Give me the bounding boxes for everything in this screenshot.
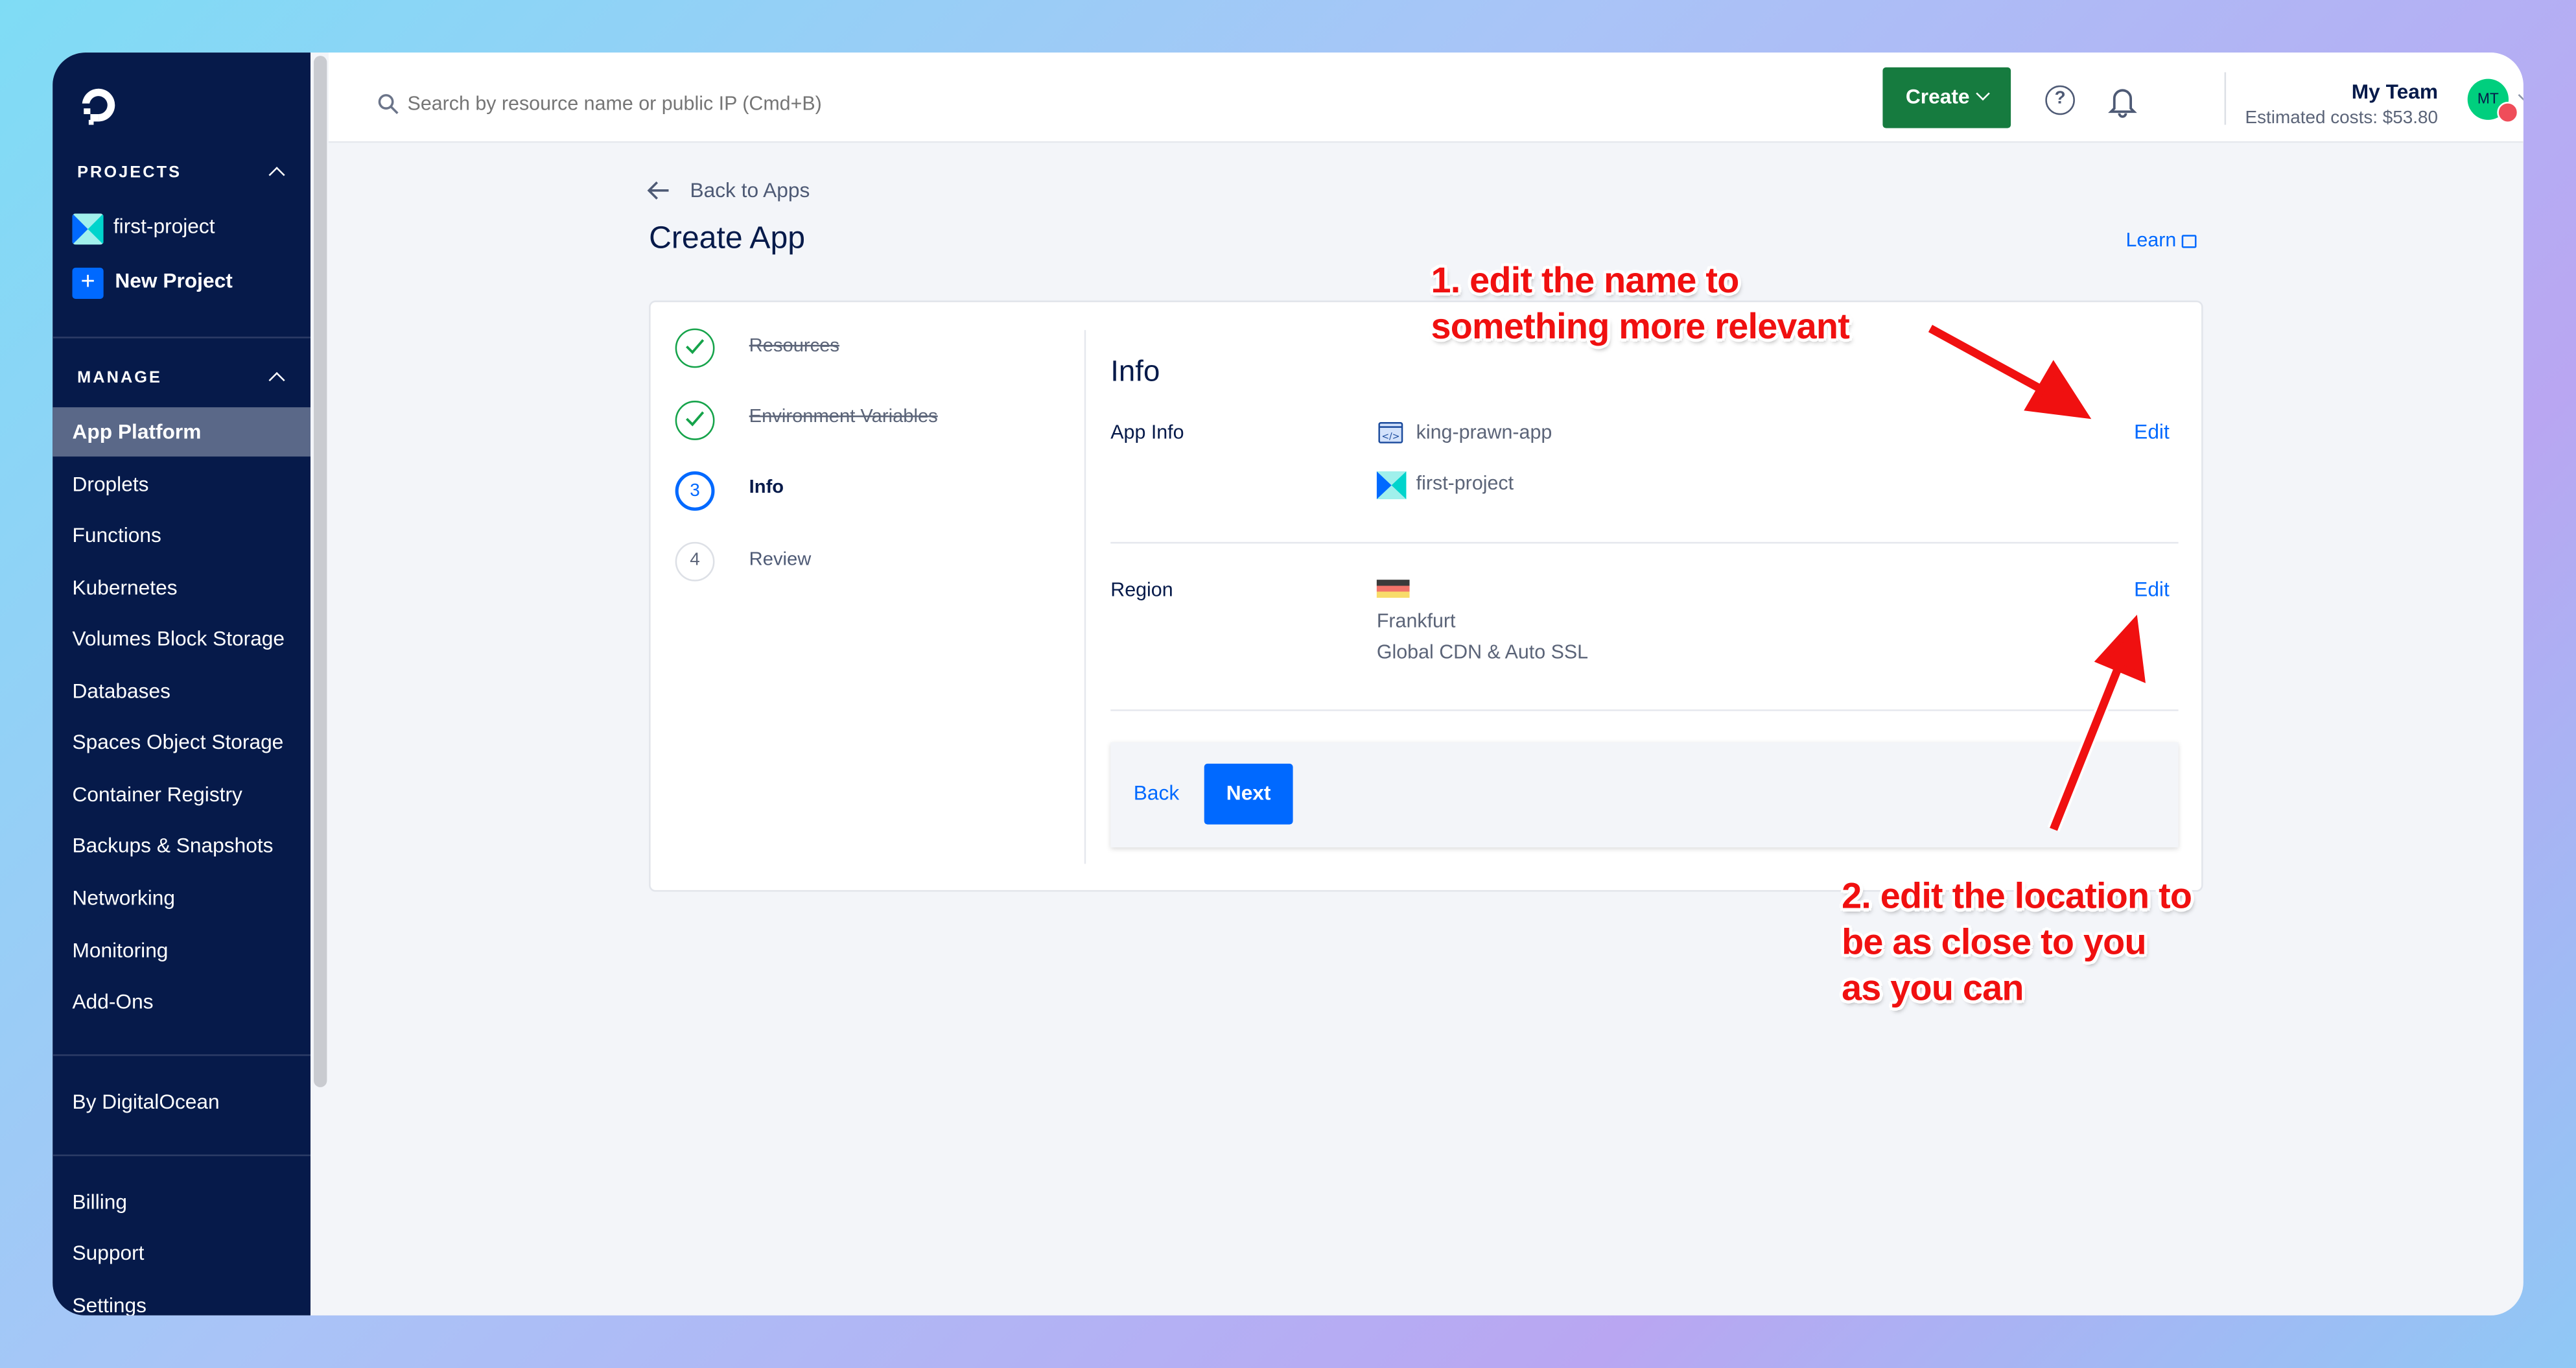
annotation-arrows	[1927, 322, 2146, 832]
